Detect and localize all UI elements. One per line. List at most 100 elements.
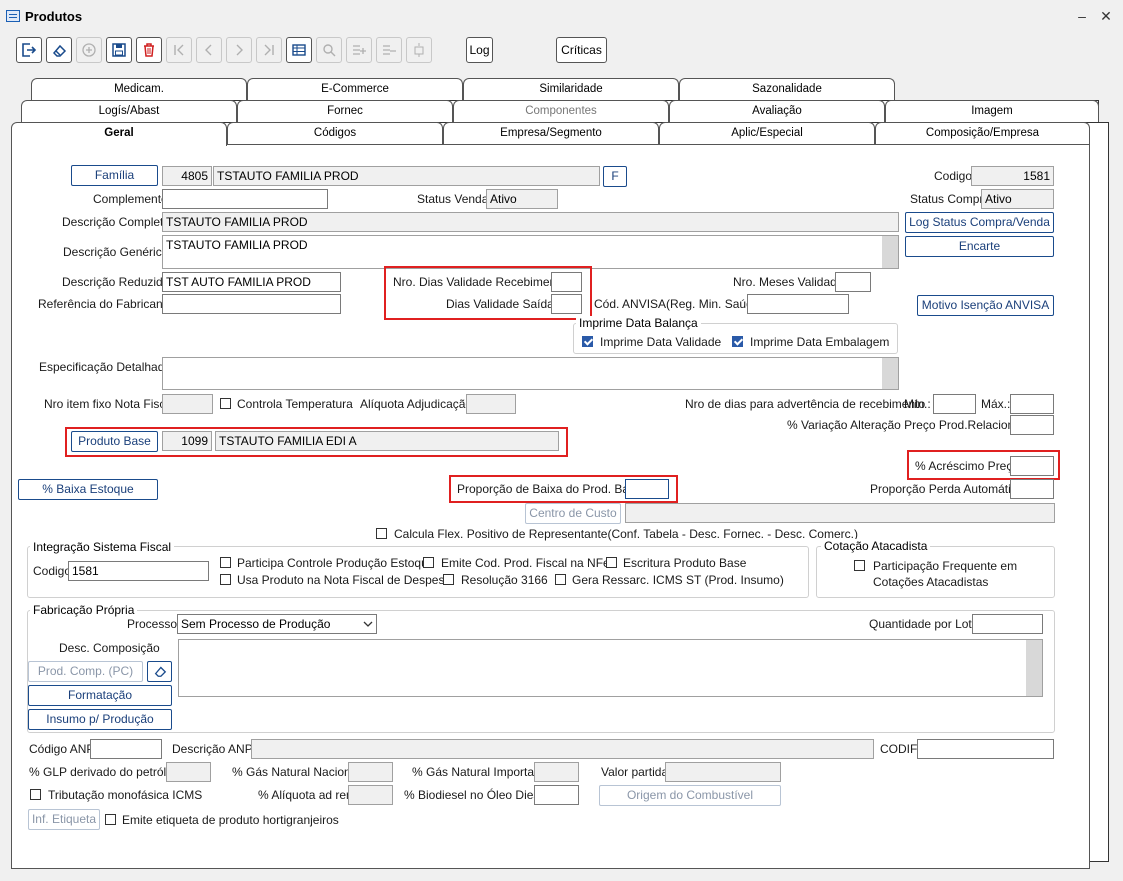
valor-partida-label: Valor partida xyxy=(601,765,669,779)
glp-field[interactable] xyxy=(166,762,211,782)
fiscal-codigo-field[interactable]: 1581 xyxy=(68,561,209,581)
usa-produto-label: Usa Produto na Nota Fiscal de Despesa xyxy=(237,573,452,587)
status-compra-field[interactable]: Ativo xyxy=(981,189,1054,209)
tributacao-checkbox[interactable] xyxy=(30,789,41,800)
prod-comp-button[interactable]: Prod. Comp. (PC) xyxy=(28,661,143,682)
processo-value: Sem Processo de Produção xyxy=(181,617,331,631)
cotacoes-atac-label: Cotações Atacadistas xyxy=(873,575,989,589)
tab-geral[interactable]: Geral xyxy=(11,122,227,146)
biodiesel-label: % Biodiesel no Óleo Diesel xyxy=(404,788,549,802)
highlight-acrescimo xyxy=(907,450,1060,480)
imprime-validade-checkbox[interactable] xyxy=(582,336,593,347)
formatacao-button[interactable]: Formatação xyxy=(28,685,172,706)
glp-label: % GLP derivado do petróleo xyxy=(29,765,180,779)
perda-field[interactable] xyxy=(1010,479,1054,499)
desc-anp-field[interactable] xyxy=(251,739,874,759)
fiscal-group-title: Integração Sistema Fiscal xyxy=(30,540,175,554)
participacao-freq-label: Participação Frequente em xyxy=(873,559,1018,573)
desc-generica-scrollbar[interactable] xyxy=(882,236,898,268)
codif-field[interactable] xyxy=(917,739,1054,759)
valor-partida-field[interactable] xyxy=(665,762,781,782)
log-status-button[interactable]: Log Status Compra/Venda xyxy=(905,212,1054,233)
desc-generica-field[interactable]: TSTAUTO FAMILIA PROD xyxy=(162,235,899,269)
imprime-data-group-title: Imprime Data Balança xyxy=(576,316,701,330)
emite-cod-checkbox[interactable] xyxy=(423,557,434,568)
gas-imp-field[interactable] xyxy=(534,762,579,782)
qtd-lote-label: Quantidade por Lote xyxy=(869,617,979,631)
min-field[interactable] xyxy=(933,394,976,414)
ref-fabricante-label: Referência do Fabricante xyxy=(38,297,173,311)
desc-reduzida-field[interactable]: TST AUTO FAMILIA PROD xyxy=(162,272,341,292)
participacao-freq-checkbox[interactable] xyxy=(854,560,865,571)
desc-comp-label: Desc. Composição xyxy=(59,641,160,655)
codigo-field[interactable]: 1581 xyxy=(971,166,1054,186)
cod-anvisa-field[interactable] xyxy=(747,294,849,314)
especificacao-label: Especificação Detalhada xyxy=(39,360,172,374)
processo-select[interactable]: Sem Processo de Produção xyxy=(177,614,377,634)
gas-nac-field[interactable] xyxy=(348,762,393,782)
inf-etiqueta-button[interactable]: Inf. Etiqueta xyxy=(28,809,100,830)
cod-anp-field[interactable] xyxy=(90,739,162,759)
baixa-estoque-button[interactable]: % Baixa Estoque xyxy=(18,479,158,500)
max-field[interactable] xyxy=(1010,394,1054,414)
codigo-label: Codigo xyxy=(934,169,973,183)
cod-anvisa-label: Cód. ANVISA(Reg. Min. Saúde) xyxy=(594,297,764,311)
gera-ressarc-checkbox[interactable] xyxy=(555,574,566,585)
fabricacao-group-title: Fabricação Própria xyxy=(30,603,138,617)
emite-etiqueta-checkbox[interactable] xyxy=(105,814,116,825)
nro-item-field[interactable] xyxy=(162,394,213,414)
especificacao-field[interactable] xyxy=(162,357,899,390)
especificacao-scrollbar[interactable] xyxy=(882,358,898,389)
calcula-flex-checkbox[interactable] xyxy=(376,528,387,539)
aliquota-adj-field[interactable] xyxy=(466,394,516,414)
codif-label: CODIF xyxy=(880,742,918,756)
usa-produto-checkbox[interactable] xyxy=(220,574,231,585)
familia-code-field[interactable]: 4805 xyxy=(162,166,212,186)
imprime-embalagem-checkbox[interactable] xyxy=(732,336,743,347)
desc-composicao-scrollbar[interactable] xyxy=(1026,640,1042,696)
complemento-field[interactable] xyxy=(162,189,328,209)
highlight-validade xyxy=(384,266,592,320)
resolucao-checkbox[interactable] xyxy=(443,574,454,585)
desc-composicao-field[interactable] xyxy=(178,639,1043,697)
chevron-down-icon xyxy=(363,621,373,627)
escritura-checkbox[interactable] xyxy=(606,557,617,568)
controla-temp-checkbox[interactable] xyxy=(220,398,231,409)
familia-f-button[interactable]: F xyxy=(603,166,627,187)
cotacao-group-title: Cotação Atacadista xyxy=(821,539,931,553)
desc-anp-label: Descrição ANP xyxy=(172,742,253,756)
highlight-proporcao xyxy=(449,475,678,503)
centro-custo-field[interactable] xyxy=(625,503,1055,523)
imprime-embalagem-label: Imprime Data Embalagem xyxy=(750,335,890,349)
nro-meses-field[interactable] xyxy=(835,272,871,292)
motivo-anvisa-button[interactable]: Motivo Isenção ANVISA xyxy=(917,295,1054,316)
centro-custo-button[interactable]: Centro de Custo xyxy=(525,503,621,524)
min-label: Mín.: xyxy=(904,397,931,411)
clear-composicao-button[interactable] xyxy=(147,661,172,682)
origem-combustivel-button[interactable]: Origem do Combustível xyxy=(599,785,781,806)
insumo-button[interactable]: Insumo p/ Produção xyxy=(28,709,172,730)
aliq-adrem-field[interactable] xyxy=(348,785,393,805)
nro-meses-label: Nro. Meses Validade xyxy=(733,275,844,289)
controla-temp-label: Controla Temperatura xyxy=(237,397,353,411)
ref-fabricante-field[interactable] xyxy=(162,294,341,314)
escritura-label: Escritura Produto Base xyxy=(623,556,747,570)
desc-reduzida-label: Descrição Reduzida xyxy=(62,275,170,289)
complemento-label: Complemento xyxy=(93,192,168,206)
desc-completa-field[interactable]: TSTAUTO FAMILIA PROD xyxy=(162,212,899,232)
desc-completa-label: Descrição Completa xyxy=(62,215,171,229)
biodiesel-field[interactable] xyxy=(534,785,579,805)
variacao-label: % Variação Alteração Preço Prod.Relacion… xyxy=(787,418,1035,432)
familia-button[interactable]: Família xyxy=(71,165,158,186)
variacao-field[interactable] xyxy=(1010,415,1054,435)
encarte-button[interactable]: Encarte xyxy=(905,236,1054,257)
max-label: Máx.: xyxy=(981,397,1011,411)
status-venda-field[interactable]: Ativo xyxy=(486,189,558,209)
geral-content: Família 4805 TSTAUTO FAMILIA PROD F Codi… xyxy=(12,145,1089,868)
eraser-icon xyxy=(154,666,166,677)
qtd-lote-field[interactable] xyxy=(972,614,1043,634)
highlight-produto-base xyxy=(65,427,568,457)
familia-desc-field[interactable]: TSTAUTO FAMILIA PROD xyxy=(213,166,600,186)
participa-ctrl-checkbox[interactable] xyxy=(220,557,231,568)
fiscal-codigo-label: Codigo xyxy=(33,564,72,578)
